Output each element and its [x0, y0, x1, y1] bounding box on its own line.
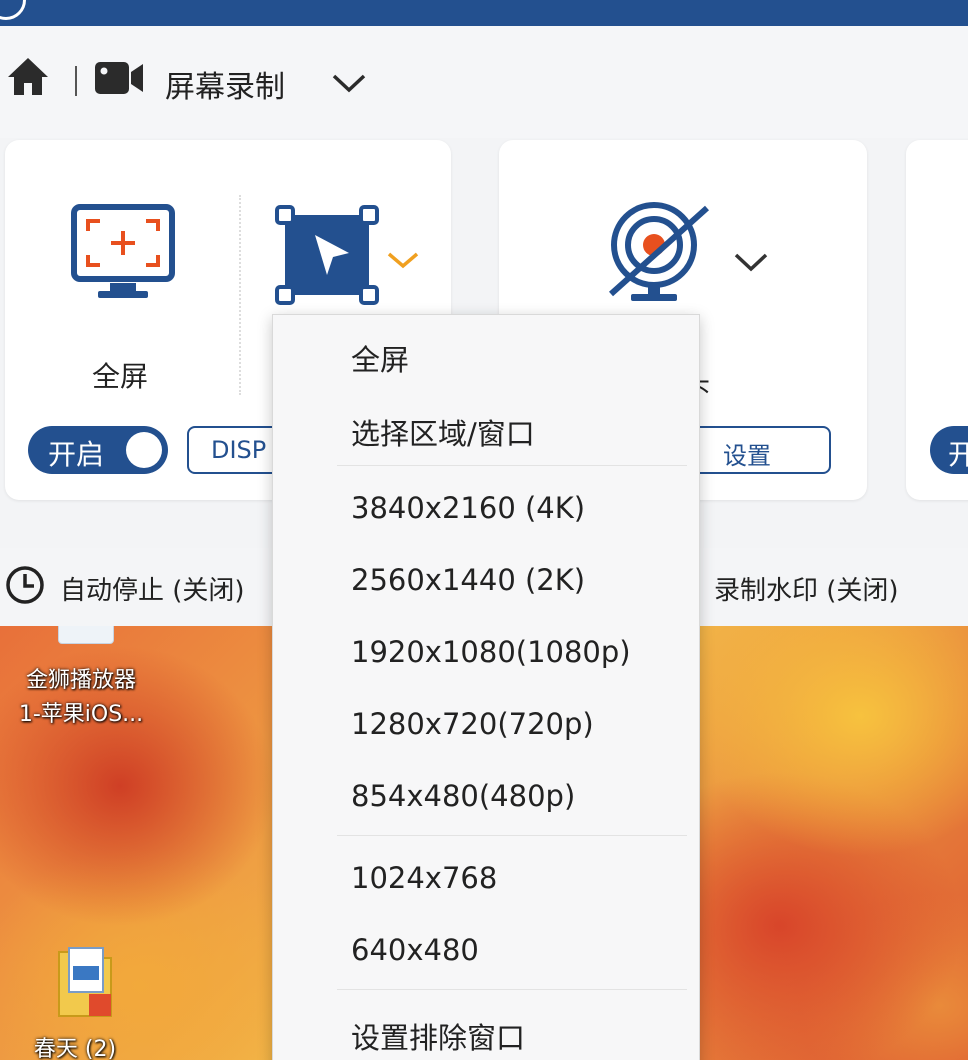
toggle-label: 开启	[48, 438, 105, 471]
menu-item-2k[interactable]: 2560x1440 (2K)	[351, 563, 585, 597]
title-bar	[0, 0, 968, 26]
nav-divider	[75, 66, 77, 96]
menu-item-480p[interactable]: 854x480(480p)	[351, 779, 575, 813]
menu-item-1024x768[interactable]: 1024x768	[351, 861, 497, 895]
menu-item-fullscreen[interactable]: 全屏	[351, 337, 409, 379]
chevron-down-icon[interactable]	[385, 248, 421, 272]
menu-item-exclude-window[interactable]: 设置排除窗口	[351, 1015, 525, 1057]
fullscreen-label: 全屏	[92, 360, 149, 393]
desktop-icon-label[interactable]: 金狮播放器	[6, 662, 156, 694]
toggle-label: 开	[948, 438, 968, 471]
menu-separator	[337, 835, 687, 836]
menu-item-640x480[interactable]: 640x480	[351, 933, 479, 967]
home-icon[interactable]	[6, 55, 50, 97]
app-logo-icon	[0, 0, 26, 20]
audio-toggle[interactable]: 开	[930, 426, 968, 474]
file-icon[interactable]	[58, 626, 114, 644]
screen-toggle[interactable]: 开启	[28, 426, 168, 474]
toggle-knob	[126, 432, 162, 468]
desktop-icon-label[interactable]: 春天 (2)	[10, 1031, 140, 1060]
nav-bar	[0, 26, 968, 138]
menu-item-1080p[interactable]: 1920x1080(1080p)	[351, 635, 631, 669]
fullscreen-monitor-icon[interactable]	[70, 203, 182, 307]
region-dropdown-menu: 全屏 选择区域/窗口 3840x2160 (4K) 2560x1440 (2K)…	[272, 314, 700, 1060]
chevron-down-icon[interactable]	[330, 70, 368, 96]
document-folder-icon[interactable]	[55, 944, 115, 1020]
chevron-down-icon[interactable]	[731, 248, 771, 276]
menu-separator	[337, 989, 687, 990]
menu-item-720p[interactable]: 1280x720(720p)	[351, 707, 594, 741]
menu-item-4k[interactable]: 3840x2160 (4K)	[351, 491, 585, 525]
select-region-icon[interactable]	[273, 205, 383, 305]
webcam-off-icon[interactable]	[599, 200, 719, 310]
card-divider	[239, 195, 241, 395]
watermark-link[interactable]: 录制水印 (关闭)	[714, 570, 899, 607]
desktop-icon-label[interactable]: 1-苹果iOS...	[6, 696, 156, 728]
menu-item-select-region[interactable]: 选择区域/窗口	[351, 411, 535, 453]
clock-icon	[6, 566, 44, 604]
auto-stop-link[interactable]: 自动停止 (关闭)	[60, 570, 245, 607]
video-camera-icon	[95, 62, 143, 94]
audio-card: 开	[906, 140, 968, 500]
menu-separator	[337, 465, 687, 466]
page-title[interactable]: 屏幕录制	[165, 62, 285, 106]
